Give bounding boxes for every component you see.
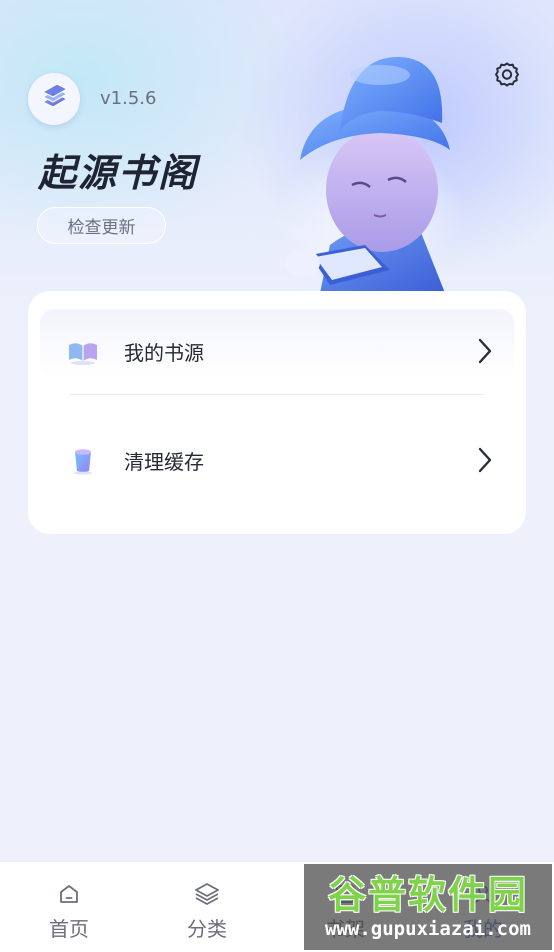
- divider: [70, 394, 484, 395]
- app-version: v1.5.6: [100, 88, 157, 109]
- tab-home[interactable]: 首页: [0, 862, 138, 952]
- menu-card: 我的书源 清理缓存: [28, 291, 526, 534]
- chevron-right-icon: [476, 336, 494, 366]
- check-update-button[interactable]: 检查更新: [37, 207, 166, 244]
- mascot-illustration: [270, 45, 470, 293]
- watermark-main-text: 谷普软件园: [327, 873, 528, 917]
- watermark-overlay: 谷普软件园 www.gupuxiazai.com: [304, 864, 552, 950]
- gear-icon: [492, 60, 522, 94]
- chevron-right-icon: [476, 445, 494, 475]
- tab-home-label: 首页: [49, 917, 89, 941]
- stacked-books-icon: [37, 80, 71, 118]
- layers-icon: [192, 879, 222, 909]
- clear-cache-label: 清理缓存: [124, 449, 204, 474]
- tab-category[interactable]: 分类: [138, 862, 276, 952]
- my-book-sources-row[interactable]: 我的书源: [28, 315, 526, 387]
- tab-category-label: 分类: [187, 917, 227, 941]
- watermark-url-text: www.gupuxiazai.com: [325, 918, 531, 940]
- app-title: 起源书阁: [38, 151, 199, 195]
- app-logo: [28, 73, 80, 125]
- clear-cache-row[interactable]: 清理缓存: [28, 424, 526, 496]
- my-book-sources-label: 我的书源: [124, 340, 204, 365]
- open-book-icon: [66, 334, 100, 368]
- trash-bin-icon: [66, 443, 100, 477]
- home-icon: [54, 879, 84, 909]
- settings-button[interactable]: [489, 59, 525, 95]
